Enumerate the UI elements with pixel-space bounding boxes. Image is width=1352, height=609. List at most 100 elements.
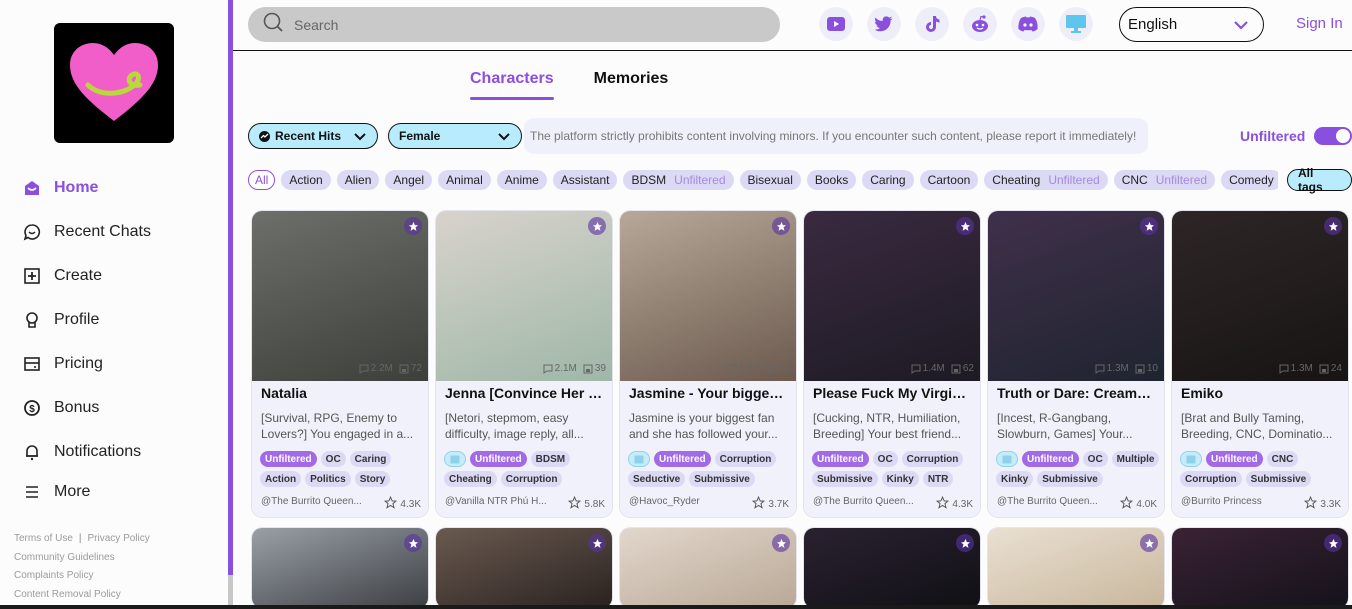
tag-chip[interactable]: Books — [806, 170, 857, 190]
search-input[interactable] — [294, 16, 734, 33]
character-card[interactable] — [804, 528, 980, 608]
discord-link[interactable] — [1011, 7, 1045, 41]
tag-chip[interactable]: Cheating Unfiltered — [984, 170, 1108, 190]
tag-chip[interactable]: Bisexual — [739, 170, 801, 190]
bottom-scrollbar[interactable] — [0, 605, 1352, 609]
character-card[interactable]: 2.2M 72 Natalia [Survival, RPG, Enemy to Lo… — [252, 211, 428, 517]
character-card[interactable]: 1.6M 56 Jasmine - Your biggest... Jasmine i… — [620, 211, 796, 517]
tiktok-link[interactable] — [915, 7, 949, 41]
desktop-app-link[interactable] — [1059, 7, 1093, 41]
image-reply-badge — [1180, 451, 1202, 467]
tag-label: Action — [289, 173, 323, 187]
unfiltered-toggle[interactable] — [1314, 127, 1352, 145]
sidebar-item-create[interactable]: Create — [22, 254, 151, 298]
favorite-star-icon[interactable] — [404, 217, 422, 235]
chat-count-icon — [1279, 364, 1289, 374]
sidebar-item-recent-chats[interactable]: Recent Chats — [22, 210, 151, 254]
card-author[interactable]: @Havoc_Ryder — [629, 496, 739, 512]
character-thumbnail — [804, 211, 980, 381]
plus-square-icon — [22, 266, 42, 286]
privacy-link[interactable]: Privacy Policy — [88, 533, 150, 544]
card-tag: Unfiltered — [812, 451, 869, 467]
favorite-star-icon[interactable] — [588, 534, 606, 552]
card-author[interactable]: @Burrito Princess — [1181, 496, 1291, 512]
character-thumbnail — [1172, 211, 1348, 381]
tag-chip[interactable]: Caring — [862, 170, 914, 190]
tag-all[interactable]: All — [248, 170, 276, 190]
sidebar-item-bonus[interactable]: $ Bonus — [22, 386, 151, 430]
twitter-link[interactable] — [867, 7, 901, 41]
tag-label: Angel — [393, 173, 425, 187]
footer-links: Terms of Use | Privacy Policy Community Gu… — [14, 530, 150, 604]
card-author[interactable]: @The Burrito Queen... — [813, 496, 923, 512]
favorite-star-icon[interactable] — [956, 217, 974, 235]
reddit-link[interactable] — [963, 7, 997, 41]
sidebar-item-pricing[interactable]: Pricing — [22, 342, 151, 386]
card-footer: @Vanilla NTR Phú H... 5.8K — [445, 495, 605, 512]
complaints-policy-link[interactable]: Complaints Policy — [14, 567, 150, 586]
character-card[interactable]: 1.3M 10 Truth or Dare: Creampi... [Incest, … — [988, 211, 1164, 517]
memory-count: 62 — [951, 363, 974, 374]
tag-chip[interactable]: Cartoon — [919, 170, 979, 190]
card-tag: OC — [872, 451, 898, 467]
star-outline-icon — [752, 495, 766, 512]
favorite-star-icon[interactable] — [772, 217, 790, 235]
tab-memories[interactable]: Memories — [594, 70, 669, 98]
tag-chip[interactable]: Action — [281, 170, 331, 190]
search-bar[interactable] — [248, 7, 780, 42]
card-tag: Action — [260, 471, 302, 487]
character-card[interactable] — [252, 528, 428, 608]
favorite-star-icon[interactable] — [772, 534, 790, 552]
favorite-star-icon[interactable] — [1324, 217, 1342, 235]
terms-link[interactable]: Terms of Use — [14, 533, 73, 544]
sidebar-item-home[interactable]: Home — [22, 166, 151, 210]
tag-chip[interactable]: Comedy — [1221, 170, 1278, 190]
character-card[interactable] — [436, 528, 612, 608]
character-card[interactable] — [1172, 528, 1348, 608]
app-logo[interactable] — [54, 23, 174, 143]
gender-dropdown[interactable]: Female — [388, 123, 522, 149]
memory-count: 10 — [1135, 363, 1158, 374]
tag-chip[interactable]: BDSM Unfiltered — [623, 170, 734, 190]
sort-dropdown[interactable]: Recent Hits — [248, 123, 378, 149]
character-card[interactable] — [620, 528, 796, 608]
sign-in-button[interactable]: Sign In — [1296, 15, 1343, 32]
sidebar-scroll-track — [228, 575, 233, 609]
character-card[interactable]: 1.4M 62 Please Fuck My Virgin ... [Cucking,… — [804, 211, 980, 517]
character-card[interactable] — [988, 528, 1164, 608]
tag-chip[interactable]: CNC Unfiltered — [1113, 170, 1216, 190]
card-description: [Incest, R-Gangbang, Slowburn, Games] Yo… — [997, 411, 1133, 441]
tag-filter-row: All Action Alien Angel Animal Anime Assistant… — [248, 170, 1278, 192]
card-footer: @Havoc_Ryder 3.7K — [629, 495, 789, 512]
favorite-star-icon[interactable] — [956, 534, 974, 552]
character-thumbnail — [804, 528, 980, 608]
sidebar-scrollbar[interactable] — [228, 0, 233, 575]
community-guidelines-link[interactable]: Community Guidelines — [14, 549, 150, 568]
tag-chip[interactable]: Alien — [336, 170, 380, 190]
tab-characters[interactable]: Characters — [470, 70, 554, 100]
sidebar-item-profile[interactable]: Profile — [22, 298, 151, 342]
content-removal-link[interactable]: Content Removal Policy — [14, 586, 150, 605]
tag-chip[interactable]: Anime — [496, 170, 547, 190]
all-tags-button[interactable]: All tags — [1287, 166, 1352, 194]
card-author[interactable]: @The Burrito Queen... — [261, 496, 371, 512]
favorite-star-icon[interactable] — [588, 217, 606, 235]
favorite-star-icon[interactable] — [1140, 534, 1158, 552]
tag-label: Animal — [446, 173, 483, 187]
favorite-star-icon[interactable] — [404, 534, 422, 552]
sidebar-item-notifications[interactable]: Notifications — [22, 430, 151, 474]
character-card[interactable]: 2.1M 39 Jenna [Convince Her T... [Netori, s… — [436, 211, 612, 517]
youtube-link[interactable] — [819, 7, 853, 41]
character-card[interactable]: 1.3M 24 Emiko [Brat and Bully Taming, Breed… — [1172, 211, 1348, 517]
card-author[interactable]: @Vanilla NTR Phú H... — [445, 496, 555, 512]
tag-chip[interactable]: Assistant — [552, 170, 618, 190]
tag-chip[interactable]: Animal — [438, 170, 491, 190]
card-author[interactable]: @The Burrito Queen... — [997, 496, 1107, 512]
language-select[interactable]: English — [1119, 7, 1264, 42]
favorite-star-icon[interactable] — [1140, 217, 1158, 235]
sidebar-item-more[interactable]: More — [22, 476, 151, 508]
tag-chip[interactable]: Angel — [385, 170, 433, 190]
favorite-star-icon[interactable] — [1324, 534, 1342, 552]
desktop-icon — [1066, 15, 1086, 33]
memory-count-icon — [1135, 364, 1145, 374]
